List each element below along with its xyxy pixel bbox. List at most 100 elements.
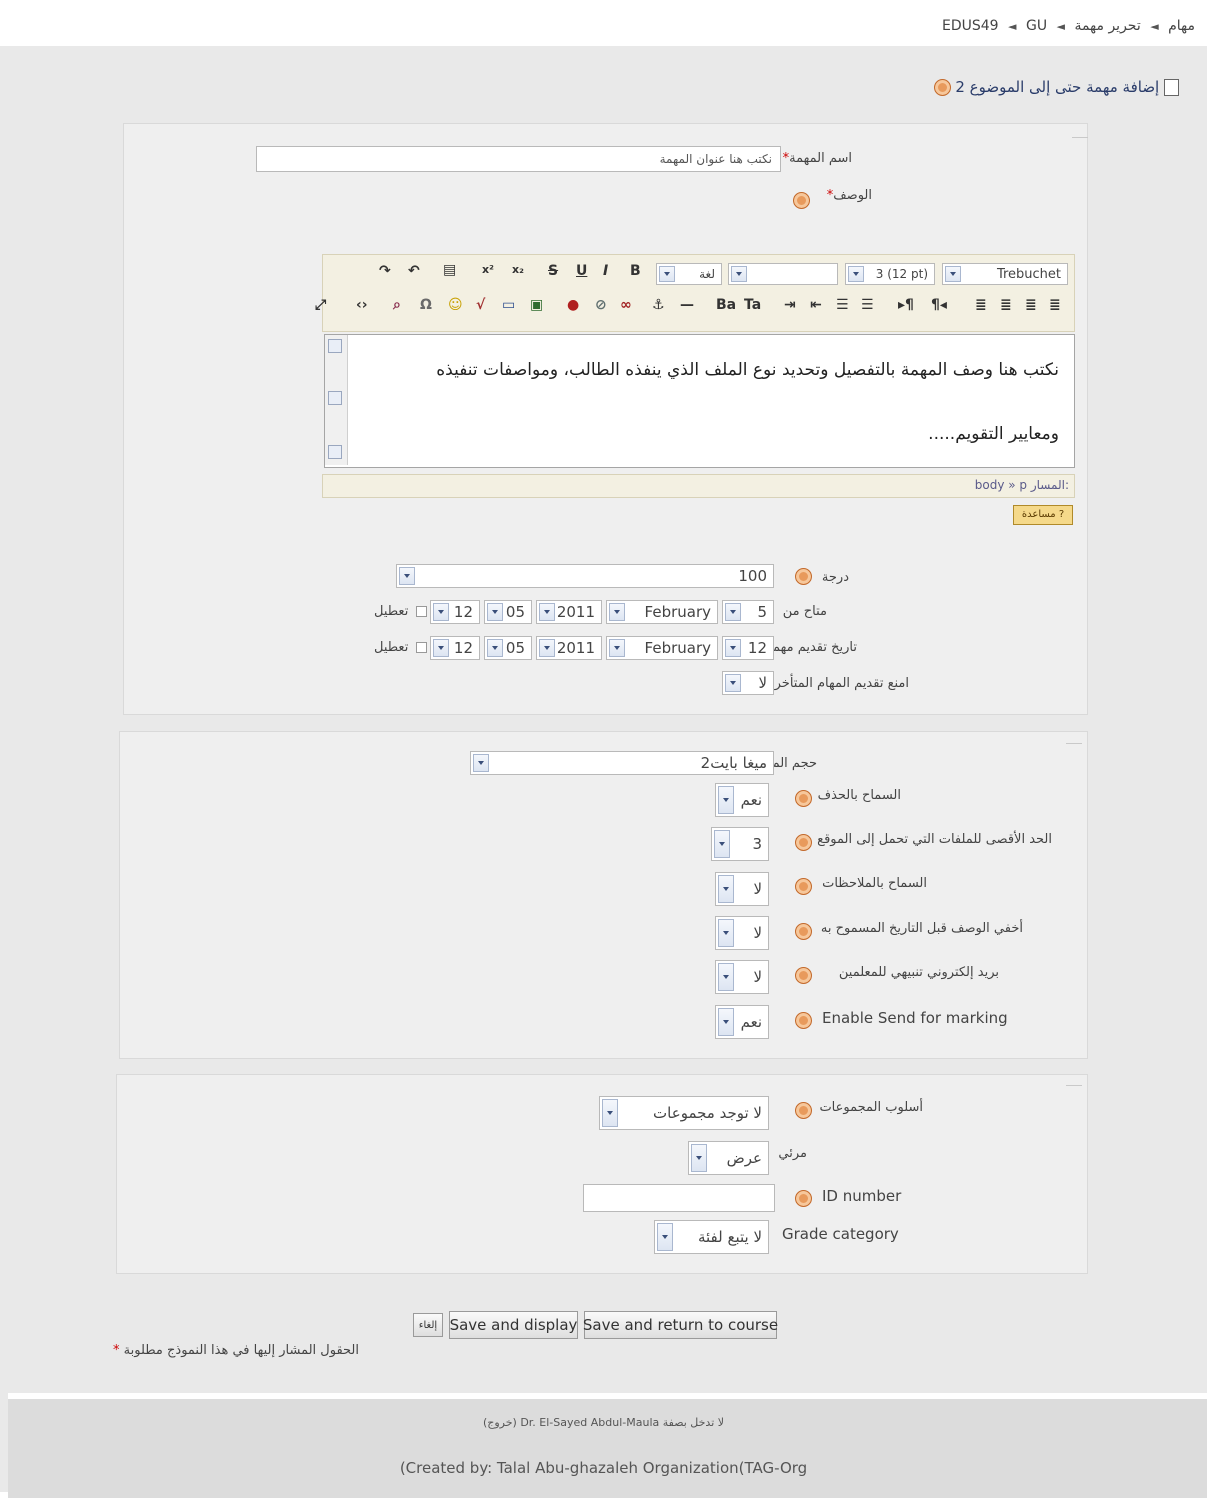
text-color-icon[interactable]: Ta xyxy=(744,297,761,313)
breadcrumb-item-gu[interactable]: GU xyxy=(1026,18,1047,34)
scroll-thumb[interactable] xyxy=(328,391,342,405)
allow-delete-select[interactable]: نعم xyxy=(715,783,769,817)
language-select[interactable]: لغة xyxy=(656,263,722,285)
help-icon[interactable] xyxy=(795,923,812,940)
editor-statusbar xyxy=(322,474,1075,498)
undo-icon[interactable]: ↶ xyxy=(408,263,420,279)
nolink-icon[interactable]: ● xyxy=(567,297,579,313)
help-icon[interactable] xyxy=(795,1012,812,1029)
collapse-toggle[interactable] xyxy=(1066,1085,1082,1086)
anchor-icon[interactable]: ⚓ xyxy=(652,297,665,313)
max-size-select[interactable]: 2ميغا بايت xyxy=(470,751,774,775)
help-icon[interactable] xyxy=(795,834,812,851)
available-day-select[interactable]: 5 xyxy=(722,600,774,624)
due-disable-checkbox[interactable] xyxy=(416,642,427,653)
ordered-list-icon[interactable]: ☰ xyxy=(861,297,874,313)
id-number-input[interactable] xyxy=(583,1184,775,1212)
font-family-select[interactable]: Trebuchet xyxy=(942,263,1068,285)
editor-help-badge[interactable]: ? مساعدة xyxy=(1013,505,1073,525)
help-icon[interactable] xyxy=(795,1102,812,1119)
font-size-select[interactable]: 3 (12 pt) xyxy=(845,263,935,285)
subscript-icon[interactable]: x₂ xyxy=(512,263,524,276)
scroll-up-icon[interactable] xyxy=(328,339,342,353)
justify-icon[interactable]: ≣ xyxy=(975,297,987,313)
image-icon[interactable]: ▣ xyxy=(530,297,543,313)
save-display-button[interactable]: Save and display xyxy=(449,1311,578,1339)
due-day-select[interactable]: 12 xyxy=(722,636,774,660)
available-minute-select[interactable]: 12 xyxy=(430,600,480,624)
smiley-icon[interactable]: ☺ xyxy=(448,297,463,313)
login-info[interactable]: لا تدخل بصفة Dr. El-Sayed Abdul-Maula (خ… xyxy=(0,1416,1207,1429)
help-icon[interactable] xyxy=(795,568,812,585)
special-char-icon[interactable]: Ω xyxy=(420,297,432,313)
send-marking-select[interactable]: نعم xyxy=(715,1005,769,1039)
description-label: الوصف* xyxy=(826,188,872,203)
help-icon[interactable] xyxy=(795,967,812,984)
unordered-list-icon[interactable]: ☰ xyxy=(836,297,849,313)
strikethrough-icon[interactable]: S xyxy=(548,263,558,279)
group-mode-select[interactable]: لا توجد مجموعات xyxy=(599,1096,769,1130)
html-source-icon[interactable]: ‹› xyxy=(356,297,368,313)
fullscreen-icon[interactable]: ⤢ xyxy=(315,297,326,313)
indent-icon[interactable]: ⇥ xyxy=(784,297,796,313)
table-icon[interactable]: ▭ xyxy=(502,297,515,313)
due-year-select[interactable]: 2011 xyxy=(536,636,602,660)
superscript-icon[interactable]: x² xyxy=(482,263,494,276)
visible-select[interactable]: عرض xyxy=(688,1141,769,1175)
equation-icon[interactable]: √ xyxy=(476,297,485,313)
horizontal-rule-icon[interactable]: — xyxy=(680,297,694,313)
clean-word-icon[interactable]: ▤ xyxy=(443,262,456,278)
hide-description-select[interactable]: لا xyxy=(715,916,769,950)
description-editor[interactable] xyxy=(324,334,1075,468)
available-hour-select[interactable]: 05 xyxy=(484,600,532,624)
save-return-button[interactable]: Save and return to course xyxy=(583,1311,778,1339)
align-left-icon[interactable]: ≣ xyxy=(1049,297,1061,313)
id-number-label: ID number xyxy=(822,1187,902,1205)
scroll-down-icon[interactable] xyxy=(328,445,342,459)
grade-select[interactable]: 100 xyxy=(396,564,774,588)
created-by: (Created by: Talal Abu-ghazaleh Organiza… xyxy=(399,1459,808,1477)
email-alerts-select[interactable]: لا xyxy=(715,960,769,994)
ltr-icon[interactable]: ▸¶ xyxy=(898,297,914,313)
background-color-icon[interactable]: Ba xyxy=(716,297,736,313)
available-year-select[interactable]: 2011 xyxy=(536,600,602,624)
underline-icon[interactable]: U xyxy=(576,263,587,279)
align-right-icon[interactable]: ≣ xyxy=(1000,297,1012,313)
help-icon[interactable] xyxy=(795,878,812,895)
redo-icon[interactable]: ↷ xyxy=(379,263,391,279)
help-icon[interactable] xyxy=(933,79,951,96)
rtl-icon[interactable]: ¶◂ xyxy=(931,297,947,313)
allow-notes-label: السماح بالملاحظات xyxy=(822,876,927,891)
name-input[interactable]: نكتب هنا عنوان المهمة xyxy=(256,146,781,172)
editor-text-line-2: ومعايير التقويم..... xyxy=(928,424,1059,444)
link-icon[interactable]: ∞ xyxy=(620,297,632,313)
due-minute-select[interactable]: 12 xyxy=(430,636,480,660)
italic-icon[interactable]: I xyxy=(603,263,608,279)
breadcrumb-item-edit: تحرير مهمة xyxy=(1074,18,1141,34)
align-center-icon[interactable]: ≣ xyxy=(1025,297,1037,313)
editor-text-line-1: نكتب هنا وصف المهمة بالتفصيل وتحديد نوع … xyxy=(436,360,1059,380)
outdent-icon[interactable]: ⇤ xyxy=(810,297,822,313)
due-hour-select[interactable]: 05 xyxy=(484,636,532,660)
help-icon[interactable] xyxy=(795,1190,812,1207)
max-files-select[interactable]: 3 xyxy=(711,827,769,861)
help-icon[interactable] xyxy=(795,790,812,807)
collapse-toggle[interactable] xyxy=(1066,743,1082,744)
breadcrumb-item-tasks[interactable]: مهام xyxy=(1168,18,1195,34)
cancel-button[interactable]: إلغاء xyxy=(413,1313,443,1337)
breadcrumb-item-course[interactable]: EDUS49 xyxy=(942,18,999,34)
unlink-icon[interactable]: ⊘ xyxy=(595,297,607,313)
bold-icon[interactable]: B xyxy=(630,263,641,279)
available-month-select[interactable]: February xyxy=(606,600,718,624)
prevent-late-select[interactable]: لا xyxy=(722,671,774,695)
due-month-select[interactable]: February xyxy=(606,636,718,660)
help-icon[interactable] xyxy=(793,192,810,209)
collapse-toggle[interactable] xyxy=(1072,137,1088,138)
available-disable-checkbox[interactable] xyxy=(416,606,427,617)
allow-notes-select[interactable]: لا xyxy=(715,872,769,906)
search-replace-icon[interactable]: ⌕ xyxy=(393,297,401,313)
breadcrumb-separator: ◄ xyxy=(1150,20,1159,33)
format-select[interactable] xyxy=(728,263,838,285)
grade-category-select[interactable]: لا يتبع لفئة xyxy=(654,1220,769,1254)
editor-scrollbar[interactable] xyxy=(325,335,348,465)
